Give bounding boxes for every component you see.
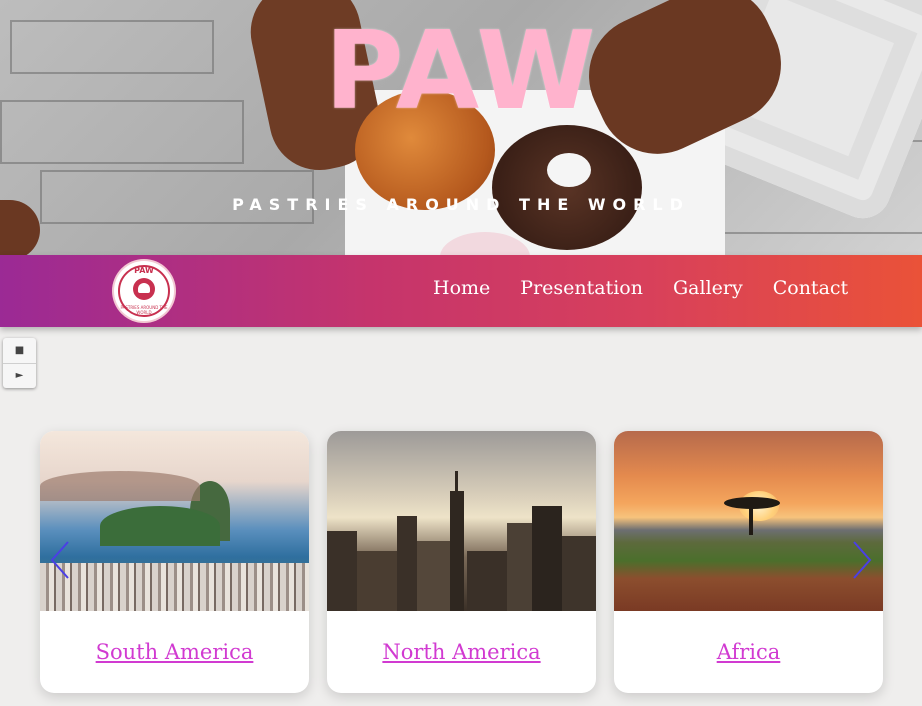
play-icon: ► — [15, 370, 24, 381]
card-north-america: North America — [327, 431, 596, 693]
city-skyline — [40, 563, 309, 611]
slider-play-button[interactable]: ► — [3, 363, 36, 388]
slider-prev-button[interactable] — [48, 540, 72, 580]
north-america-link[interactable]: North America — [382, 640, 540, 664]
sprinkle-donut-image — [492, 125, 642, 250]
building — [467, 551, 507, 611]
south-america-link[interactable]: South America — [96, 640, 254, 664]
building — [357, 551, 397, 611]
building — [532, 506, 562, 611]
navbar: PAW PASTRIES AROUND THE WORLD Home Prese… — [0, 255, 922, 327]
new-york-skyline-image — [327, 431, 596, 611]
site-logo[interactable]: PAW PASTRIES AROUND THE WORLD — [114, 261, 174, 321]
nav-link-home[interactable]: Home — [433, 277, 490, 299]
nav-menu: Home Presentation Gallery Contact — [433, 277, 848, 299]
chevron-left-icon — [50, 541, 69, 579]
cupcake-icon — [133, 278, 155, 300]
nav-link-presentation[interactable]: Presentation — [520, 277, 643, 299]
building — [562, 536, 596, 611]
card-south-america: South America — [40, 431, 309, 693]
stop-icon: ■ — [14, 345, 25, 356]
building — [417, 541, 452, 611]
nav-link-contact[interactable]: Contact — [773, 277, 848, 299]
card-caption: South America — [40, 611, 309, 693]
hero-banner: PAW PASTRIES AROUND THE WORLD — [0, 0, 922, 255]
building-spire — [455, 471, 458, 611]
slider-controls: ■ ► — [3, 338, 36, 388]
hill-shape — [100, 506, 220, 546]
building — [397, 516, 417, 611]
nav-link-gallery[interactable]: Gallery — [673, 277, 743, 299]
building — [327, 531, 357, 611]
building — [507, 523, 532, 611]
logo-brand: PAW — [134, 266, 154, 275]
card-africa: Africa — [614, 431, 883, 693]
hero-subtitle: PASTRIES AROUND THE WORLD — [232, 195, 690, 214]
africa-link[interactable]: Africa — [717, 640, 781, 664]
rio-de-janeiro-image — [40, 431, 309, 611]
slider-stop-button[interactable]: ■ — [3, 338, 36, 364]
logo-tagline: PASTRIES AROUND THE WORLD — [120, 305, 168, 315]
slider-next-button[interactable] — [850, 540, 874, 580]
savanna-sunset-image — [614, 431, 883, 611]
card-caption: Africa — [614, 611, 883, 693]
chevron-right-icon — [853, 541, 872, 579]
hero-title: PAW — [324, 9, 598, 134]
acacia-trunk — [749, 505, 753, 535]
card-caption: North America — [327, 611, 596, 693]
distant-mountains — [40, 471, 200, 501]
